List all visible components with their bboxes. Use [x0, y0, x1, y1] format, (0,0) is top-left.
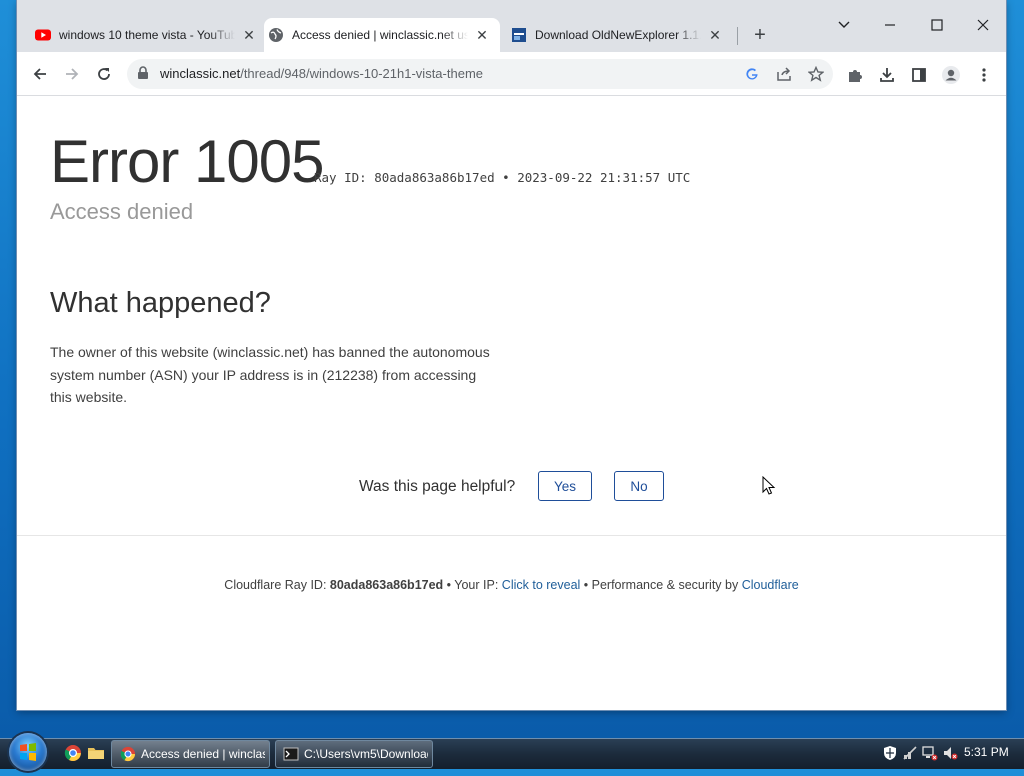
globe-icon [269, 28, 283, 42]
downloads-button[interactable] [877, 65, 897, 85]
taskbar-button-cmd[interactable]: C:\Users\vm5\Downloads [275, 740, 433, 768]
tab-title: windows 10 theme vista - YouTube [59, 28, 235, 42]
puzzle-icon [849, 70, 862, 82]
youtube-icon [35, 29, 51, 41]
forward-arrow-icon [66, 68, 79, 80]
address-bar[interactable]: winclassic.net/thread/948/windows-10-21h… [127, 59, 833, 89]
extensions-button[interactable] [845, 65, 865, 85]
download-icon [880, 68, 894, 82]
footer-ip-prefix: • Your IP: [446, 578, 499, 592]
security-shield-icon[interactable] [882, 745, 898, 761]
command-prompt-icon [283, 747, 299, 761]
menu-button[interactable] [974, 65, 994, 85]
maximize-icon [931, 19, 943, 31]
taskbar-button-chrome[interactable]: Access denied | winclassic.net used Clou… [111, 740, 270, 768]
network-off-icon[interactable] [902, 745, 918, 761]
folder-icon[interactable] [87, 744, 105, 762]
reveal-ip-link[interactable]: Click to reveal [502, 578, 581, 592]
tab-title: Download OldNewExplorer 1.1.9 [535, 28, 701, 42]
reload-button[interactable] [90, 60, 118, 88]
tab-title: Access denied | winclassic.net used Clou… [292, 28, 468, 42]
close-tab-icon[interactable]: ✕ [707, 27, 723, 43]
profile-button[interactable] [941, 65, 961, 85]
footer-ray-prefix: Cloudflare Ray ID: [224, 578, 327, 592]
reload-icon [98, 68, 110, 80]
url-text[interactable]: winclassic.net/thread/948/windows-10-21h… [160, 66, 483, 81]
page-content: Error 1005 Ray ID: 80ada863a86b17ed • 20… [17, 96, 1006, 710]
taskbar-button-label: Access denied | winclassic.net used Clou… [141, 747, 265, 761]
footer-ray-id: 80ada863a86b17ed [329, 578, 444, 592]
tab-separator [737, 27, 738, 45]
windows-logo-icon [20, 743, 36, 761]
tab-access-denied[interactable]: Access denied | winclassic.net used Clou… [264, 18, 500, 52]
forward-button[interactable] [58, 60, 86, 88]
chrome-icon [120, 746, 136, 762]
url-path: /thread/948/windows-10-21h1-vista-theme [240, 66, 484, 81]
network-monitor-icon[interactable] [922, 745, 938, 761]
lock-icon[interactable] [137, 66, 149, 80]
maximize-button[interactable] [922, 10, 952, 40]
close-tab-icon[interactable]: ✕ [474, 27, 490, 43]
close-icon [977, 19, 989, 31]
browser-window: windows 10 theme vista - YouTube ✕ Acces… [17, 0, 1006, 710]
url-host: winclassic.net [160, 66, 241, 81]
kebab-menu-icon [982, 68, 986, 82]
feedback-question: Was this page helpful? [359, 478, 516, 495]
footer-perf-prefix: • Performance & security by [583, 578, 739, 592]
error-description: The owner of this website (winclassic.ne… [50, 344, 490, 405]
taskbar-button-label: C:\Users\vm5\Downloads [304, 747, 428, 761]
cloudflare-footer: Cloudflare Ray ID: 80ada863a86b17ed • Yo… [17, 578, 1006, 592]
feedback-yes-button[interactable]: Yes [538, 471, 592, 501]
tab-youtube[interactable]: windows 10 theme vista - YouTube ✕ [31, 18, 263, 52]
error-subtitle: Access denied [50, 199, 194, 224]
google-translate-button[interactable] [742, 64, 762, 84]
side-panel-button[interactable] [909, 65, 929, 85]
chevron-down-icon [838, 21, 850, 28]
google-icon [746, 68, 758, 80]
chrome-icon[interactable] [64, 744, 82, 762]
tab-strip: windows 10 theme vista - YouTube ✕ Acces… [17, 0, 1006, 52]
what-happened-heading: What happened? [50, 287, 271, 319]
share-button[interactable] [774, 64, 794, 84]
system-tray [882, 744, 958, 762]
bookmark-button[interactable] [806, 64, 826, 84]
tab-oldnewexplorer[interactable]: Download OldNewExplorer 1.1.9 ✕ [507, 18, 733, 52]
mouse-cursor-icon [762, 476, 776, 495]
ray-id-line: Ray ID: 80ada863a86b17ed • 2023-09-22 21… [314, 170, 691, 185]
error-title: Error 1005 [50, 128, 324, 195]
side-panel-icon [912, 68, 926, 82]
volume-muted-icon[interactable] [942, 745, 958, 761]
close-window-button[interactable] [968, 10, 998, 40]
minimize-button[interactable] [875, 10, 905, 40]
back-button[interactable] [26, 60, 54, 88]
taskbar-clock[interactable]: 5:31 PM [964, 745, 1009, 759]
tab-search-button[interactable] [829, 10, 859, 40]
cloudflare-link[interactable]: Cloudflare [742, 578, 799, 592]
close-tab-icon[interactable]: ✕ [241, 27, 257, 43]
avatar-icon [942, 66, 960, 84]
browser-toolbar: winclassic.net/thread/948/windows-10-21h… [17, 52, 1006, 96]
start-button[interactable] [9, 733, 47, 771]
minimize-icon [885, 24, 895, 26]
new-tab-button[interactable]: + [750, 25, 770, 46]
site-icon [512, 28, 526, 42]
feedback-no-button[interactable]: No [614, 471, 664, 501]
footer-divider [17, 535, 1006, 536]
star-icon [808, 66, 824, 82]
back-arrow-icon [33, 68, 46, 80]
share-icon [777, 67, 791, 81]
